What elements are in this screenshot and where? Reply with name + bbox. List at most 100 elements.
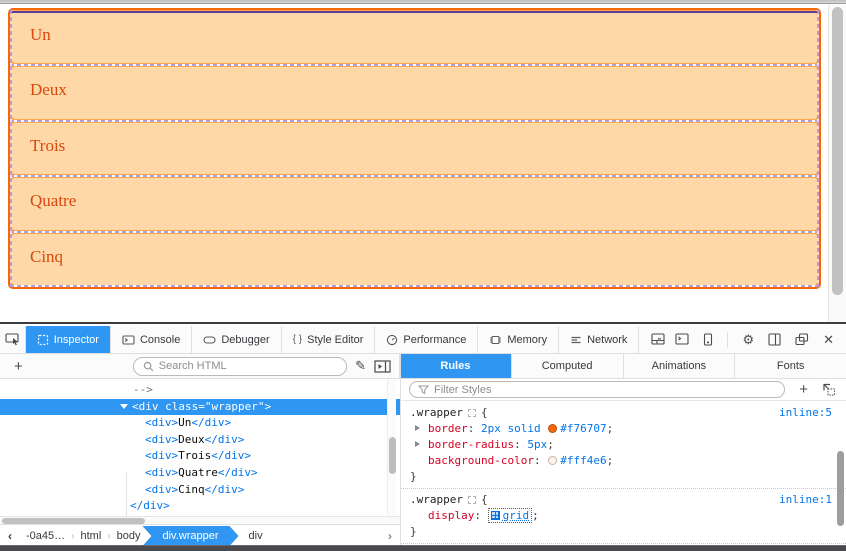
divider <box>727 332 728 348</box>
rule-source-link[interactable]: inline:5 <box>779 405 832 421</box>
breadcrumb: ‹ -0a45… › html › body div.wrapper div › <box>0 524 400 547</box>
tree-node[interactable]: <div>Quatre</div> <box>0 465 400 482</box>
declaration-row[interactable]: border: 2px solid #f76707; <box>401 421 846 437</box>
grid-item: Cinq <box>10 232 819 287</box>
separate-window-button[interactable] <box>795 333 809 346</box>
breadcrumb-item[interactable]: -0a45… <box>20 530 71 542</box>
tab-label: Inspector <box>54 334 99 346</box>
three-pane-toggle-button[interactable] <box>374 360 391 373</box>
highlight-selector-icon[interactable] <box>468 409 476 417</box>
breadcrumb-item[interactable]: div <box>235 530 269 542</box>
eyedropper-icon[interactable]: ✎ <box>355 358 366 374</box>
highlight-selector-icon[interactable] <box>468 496 476 504</box>
filter-placeholder: Filter Styles <box>434 384 491 396</box>
grid-item: Quatre <box>10 176 819 231</box>
tab-inspector[interactable]: Inspector <box>26 326 111 353</box>
rule-close-row: } <box>401 524 846 540</box>
dock-mode-button[interactable]: ▾ <box>651 333 661 346</box>
rules-scrollbar[interactable] <box>837 429 845 544</box>
rules-toolbar: Filter Styles + <box>401 379 846 401</box>
tab-network[interactable]: Network <box>559 326 639 353</box>
tab-debugger[interactable]: Debugger <box>192 326 281 353</box>
expand-arrow-icon[interactable] <box>120 404 128 409</box>
tab-label: Performance <box>403 334 466 346</box>
page-viewport: Un Deux Trois Quatre Cinq <box>0 5 828 322</box>
markup-vscroll-thumb[interactable] <box>389 437 396 474</box>
debugger-icon <box>203 334 216 346</box>
tree-node[interactable]: <div>Trois</div> <box>0 448 400 465</box>
tab-memory[interactable]: Memory <box>478 326 559 353</box>
toggle-classes-icon[interactable] <box>822 383 836 396</box>
memory-icon <box>489 334 502 346</box>
gear-icon[interactable]: ⚙ <box>742 333 754 346</box>
tree-node[interactable]: <div>Cinq</div> <box>0 482 400 499</box>
color-swatch[interactable] <box>548 456 557 465</box>
expand-declaration-icon[interactable] <box>415 441 420 447</box>
search-icon <box>143 361 154 372</box>
markup-toolbar: + Search HTML ✎ <box>0 354 400 378</box>
indent-guide <box>126 472 127 516</box>
console-icon <box>122 334 135 346</box>
breadcrumb-forward-button[interactable]: › <box>380 529 400 543</box>
breadcrumb-item[interactable]: html <box>74 530 107 542</box>
close-icon[interactable]: ✕ <box>823 333 834 346</box>
tree-node[interactable]: </div> <box>0 498 400 515</box>
grid-value-toggle[interactable]: grid <box>488 508 533 523</box>
rules-scrollbar-thumb[interactable] <box>837 451 844 526</box>
grid-icon[interactable] <box>491 511 500 520</box>
responsive-design-mode-button[interactable] <box>703 333 713 346</box>
search-placeholder: Search HTML <box>159 360 227 372</box>
pick-element-icon <box>5 333 20 346</box>
tab-computed[interactable]: Computed <box>512 354 624 378</box>
rules-list: .wrapper{inline:5 border: 2px solid #f76… <box>401 401 846 546</box>
color-swatch[interactable] <box>548 424 557 433</box>
inspector-icon <box>37 334 49 346</box>
network-icon <box>570 334 582 346</box>
dock-side-button[interactable] <box>768 333 781 346</box>
browser-chrome-edge <box>0 0 846 4</box>
tab-performance[interactable]: Performance <box>375 326 478 353</box>
tab-label: Console <box>140 334 180 346</box>
tab-rules[interactable]: Rules <box>400 354 512 378</box>
tree-node[interactable]: <div>Un</div> <box>0 415 400 432</box>
breadcrumb-back-button[interactable]: ‹ <box>0 529 20 543</box>
page-scrollbar[interactable] <box>828 5 846 322</box>
declaration-row[interactable]: display: grid; <box>401 508 846 524</box>
selected-node[interactable]: <div class="wrapper"> <box>0 399 400 416</box>
rule-close-row: } <box>401 469 846 485</box>
tab-console[interactable]: Console <box>111 326 192 353</box>
rules-panel: Filter Styles + .wrapper{inline:5 border… <box>401 379 846 546</box>
rule-separator <box>401 543 846 544</box>
breadcrumb-item-selected[interactable]: div.wrapper <box>142 526 238 546</box>
markup-view: --> <div class="wrapper"> <div>Un</div> … <box>0 379 400 516</box>
filter-icon <box>418 385 429 395</box>
tab-fonts[interactable]: Fonts <box>735 354 846 378</box>
markup-vertical-scrollbar[interactable] <box>387 379 396 516</box>
comment-end: --> <box>0 382 400 399</box>
breadcrumb-item[interactable]: body <box>111 530 147 542</box>
grid-item: Trois <box>10 121 819 176</box>
chevron-down-icon: ▾ <box>657 335 661 344</box>
declaration-row[interactable]: border-radius: 5px; <box>401 437 846 453</box>
add-rule-button[interactable]: + <box>793 381 814 398</box>
tab-label: Memory <box>507 334 547 346</box>
tab-animations[interactable]: Animations <box>624 354 736 378</box>
markup-horizontal-scrollbar[interactable] <box>0 516 400 524</box>
split-console-button[interactable] <box>675 333 689 346</box>
search-html-input[interactable]: Search HTML <box>133 357 347 376</box>
rule-selector-row[interactable]: .wrapper{inline:1 <box>401 492 846 508</box>
tree-node[interactable]: <div>Deux</div> <box>0 432 400 449</box>
add-node-button[interactable]: + <box>8 358 29 375</box>
tab-style-editor[interactable]: { } Style Editor <box>282 326 376 353</box>
pick-element-button[interactable] <box>0 326 26 353</box>
rule-source-link[interactable]: inline:1 <box>779 492 832 508</box>
page-scrollbar-thumb[interactable] <box>832 7 843 295</box>
expand-declaration-icon[interactable] <box>415 425 420 431</box>
grid-wrapper: Un Deux Trois Quatre Cinq <box>8 8 821 289</box>
rule-selector-row[interactable]: .wrapper{inline:5 <box>401 405 846 421</box>
filter-styles-input[interactable]: Filter Styles <box>409 381 785 398</box>
tab-label: Network <box>587 334 627 346</box>
devtools-panel: Inspector Console Debugger { <box>0 322 846 551</box>
background-window-edge <box>0 545 846 551</box>
declaration-row[interactable]: background-color: #fff4e6; <box>401 453 846 469</box>
